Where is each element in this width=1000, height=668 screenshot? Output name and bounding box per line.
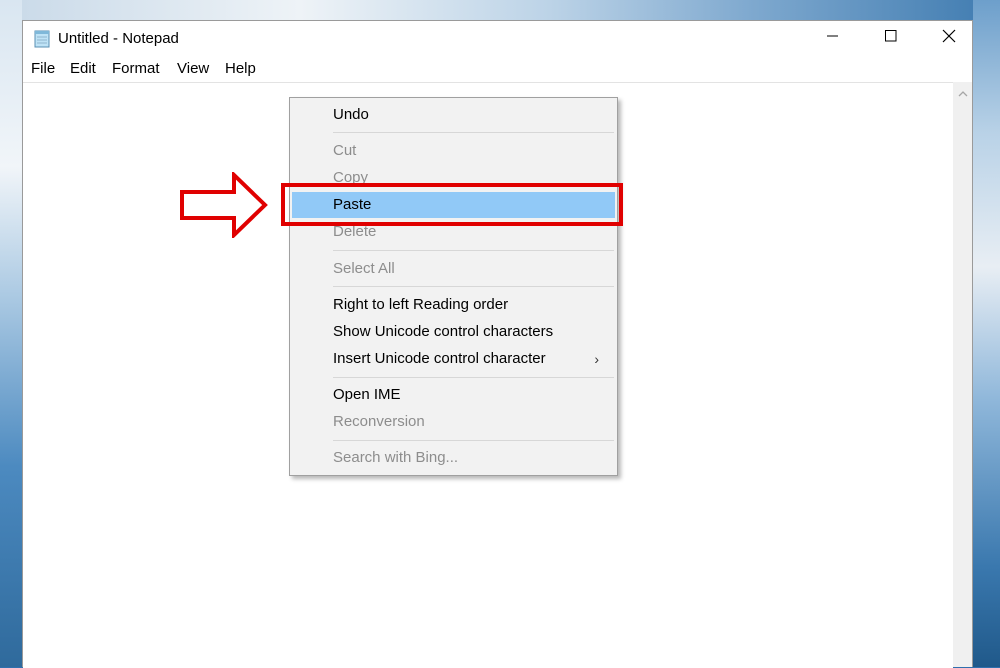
menu-format[interactable]: Format xyxy=(112,60,160,77)
menu-separator xyxy=(333,377,614,378)
menu-separator xyxy=(333,286,614,287)
maximize-button[interactable] xyxy=(862,21,920,55)
desktop-background-right xyxy=(973,0,1000,667)
menu-file[interactable]: File xyxy=(31,60,55,77)
context-item-show-unicode[interactable]: Show Unicode control characters xyxy=(292,319,615,345)
vertical-scrollbar[interactable] xyxy=(953,82,972,667)
menu-bar: File Edit Format View Help xyxy=(23,57,972,81)
minimize-button[interactable] xyxy=(804,21,862,55)
context-item-label: Open IME xyxy=(333,386,401,403)
context-item-undo[interactable]: Undo xyxy=(292,102,615,128)
menu-separator xyxy=(333,132,614,133)
annotation-highlight-box xyxy=(281,183,623,226)
context-item-label: Show Unicode control characters xyxy=(333,323,554,340)
scroll-up-button[interactable] xyxy=(953,86,972,100)
context-item-insert-unicode[interactable]: Insert Unicode control character › xyxy=(292,346,615,372)
context-item-cut[interactable]: Cut xyxy=(292,138,615,164)
close-button[interactable] xyxy=(920,21,978,55)
context-item-label: Cut xyxy=(333,142,357,159)
context-item-search-bing[interactable]: Search with Bing... xyxy=(292,445,615,471)
context-item-label: Insert Unicode control character xyxy=(333,350,546,367)
menu-view[interactable]: View xyxy=(177,60,209,77)
chevron-right-icon: › xyxy=(594,351,599,367)
context-item-open-ime[interactable]: Open IME xyxy=(292,382,615,408)
window-title: Untitled - Notepad xyxy=(58,30,179,47)
menu-separator xyxy=(333,250,614,251)
maximize-icon xyxy=(885,29,897,47)
context-item-reconversion[interactable]: Reconversion xyxy=(292,409,615,435)
chevron-up-icon xyxy=(958,84,968,102)
minimize-icon xyxy=(827,29,839,47)
context-item-label: Select All xyxy=(333,260,395,277)
close-icon xyxy=(942,29,956,48)
context-item-select-all[interactable]: Select All xyxy=(292,256,615,282)
title-bar[interactable]: Untitled - Notepad xyxy=(23,21,972,57)
context-item-label: Right to left Reading order xyxy=(333,296,509,313)
context-item-label: Reconversion xyxy=(333,413,425,430)
context-menu: Undo Cut Copy Paste Delete Select All Ri… xyxy=(289,97,618,476)
context-item-label: Search with Bing... xyxy=(333,449,459,466)
desktop-background-left xyxy=(0,0,22,667)
notepad-icon xyxy=(34,29,51,48)
menu-separator xyxy=(333,440,614,441)
menu-help[interactable]: Help xyxy=(225,60,256,77)
context-item-rtl-reading-order[interactable]: Right to left Reading order xyxy=(292,292,615,318)
menu-edit[interactable]: Edit xyxy=(70,60,96,77)
desktop-background-top xyxy=(0,0,1000,20)
right-arrow-outline-icon xyxy=(179,170,269,240)
context-item-label: Undo xyxy=(333,106,369,123)
